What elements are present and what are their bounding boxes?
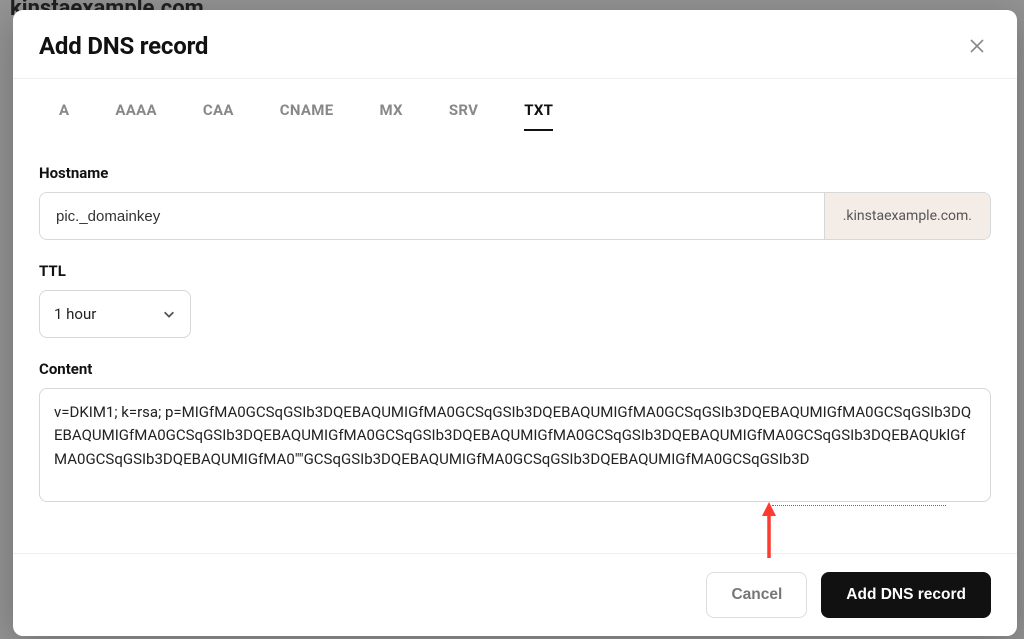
tab-srv[interactable]: SRV [449,101,478,131]
tab-aaaa[interactable]: AAAA [115,101,157,131]
content-label: Content [39,360,991,378]
modal-title: Add DNS record [39,32,208,60]
hostname-input-group: .kinstaexample.com. [39,192,991,240]
add-dns-record-button[interactable]: Add DNS record [821,572,991,618]
chevron-down-icon [162,307,176,321]
content-field: Content [39,360,991,506]
content-textarea[interactable] [39,388,991,502]
record-type-tabs: A AAAA CAA CNAME MX SRV TXT [39,79,991,142]
modal-body: A AAAA CAA CNAME MX SRV TXT Hostname .ki… [13,79,1017,553]
modal-footer: Cancel Add DNS record [13,553,1017,636]
hostname-input[interactable] [40,193,824,239]
hostname-domain-suffix: .kinstaexample.com. [824,193,990,239]
tab-mx[interactable]: MX [379,101,402,131]
hostname-field: Hostname .kinstaexample.com. [39,164,991,240]
tab-caa[interactable]: CAA [203,101,234,131]
close-icon [969,38,985,54]
close-button[interactable] [963,32,991,60]
add-dns-record-modal: Add DNS record A AAAA CAA CNAME MX SRV T… [13,10,1017,636]
modal-header: Add DNS record [13,10,1017,79]
tab-txt[interactable]: TXT [524,101,553,131]
ttl-field: TTL 1 hour [39,262,991,338]
tab-a[interactable]: A [59,101,69,131]
ttl-selected-value: 1 hour [54,305,96,323]
cancel-button[interactable]: Cancel [706,572,807,618]
hostname-label: Hostname [39,164,991,182]
ttl-label: TTL [39,262,991,280]
ttl-select[interactable]: 1 hour [39,290,191,338]
tab-cname[interactable]: CNAME [280,101,334,131]
